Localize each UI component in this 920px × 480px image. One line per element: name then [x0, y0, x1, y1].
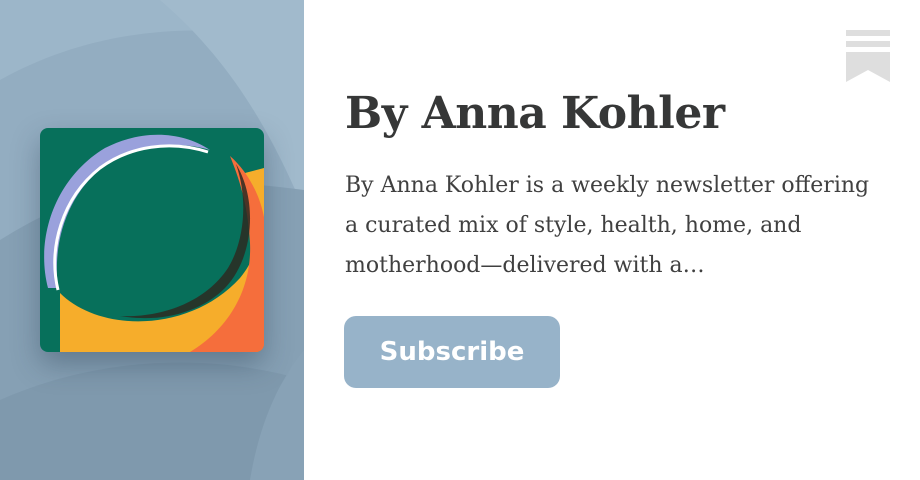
- publication-title: By Anna Kohler: [345, 88, 725, 139]
- newsletter-card: By Anna Kohler By Anna Kohler is a weekl…: [0, 0, 920, 480]
- subscribe-button[interactable]: Subscribe: [344, 316, 560, 388]
- circle-swirl-logo-icon: [40, 128, 264, 352]
- cover-panel: [0, 0, 304, 480]
- publication-description: By Anna Kohler is a weekly newsletter of…: [345, 173, 870, 278]
- publication-logo[interactable]: [40, 128, 264, 352]
- details-panel: By Anna Kohler By Anna Kohler is a weekl…: [304, 0, 920, 480]
- bookmark-icon[interactable]: [846, 30, 890, 82]
